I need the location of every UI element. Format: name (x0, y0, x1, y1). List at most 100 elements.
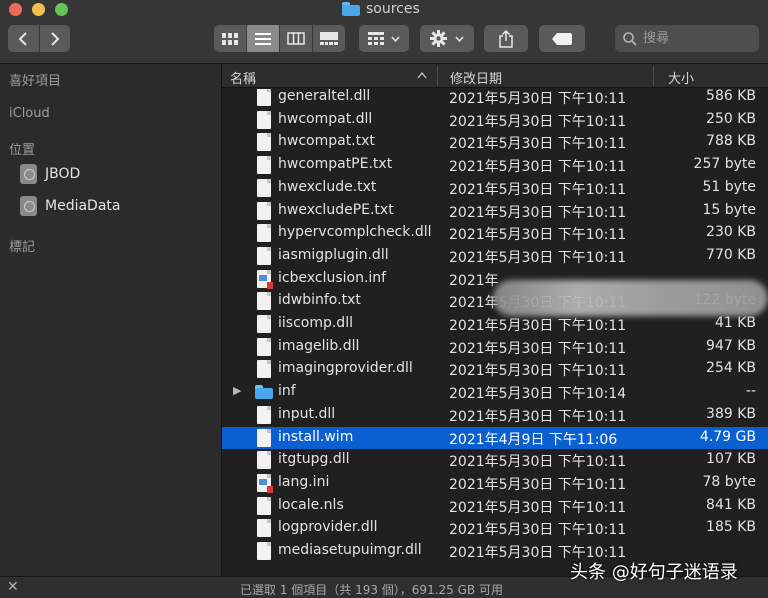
sidebar-icloud-header: iCloud (9, 106, 50, 121)
file-name: icbexclusion.inf (278, 269, 387, 286)
minimize-window-button[interactable] (32, 3, 45, 16)
file-row[interactable]: hwcompat.dll 2021年5月30日 下午10:11 250 KB (222, 109, 768, 132)
file-size: 788 KB (706, 133, 756, 150)
file-date: 2021年5月30日 下午10:11 (449, 363, 627, 380)
file-date: 2021年5月30日 下午10:11 (449, 204, 627, 221)
back-button[interactable] (8, 25, 40, 52)
file-name: logprovider.dll (278, 519, 378, 536)
file-row[interactable]: logprovider.dll 2021年5月30日 下午10:11 185 KB (222, 517, 768, 540)
file-date: 2021年5月30日 下午10:11 (449, 499, 627, 516)
file-date: 2021年4月9日 下午11:06 (449, 431, 618, 448)
file-size: 41 KB (714, 315, 756, 331)
list-icon (255, 32, 271, 45)
share-button[interactable] (484, 25, 528, 52)
file-date: 2021年5月30日 下午10:11 (449, 181, 627, 198)
redaction-blur (493, 280, 768, 316)
columns-icon (287, 32, 305, 45)
search-input[interactable] (643, 31, 743, 46)
file-date: 2021年5月30日 下午10:11 (449, 159, 627, 176)
action-menu-button[interactable] (420, 25, 474, 52)
column-name-header[interactable]: 名稱 (230, 68, 256, 87)
file-name: hwexcludePE.txt (278, 201, 394, 218)
file-date: 2021年5月30日 下午10:11 (449, 340, 627, 357)
file-date: 2021年5月30日 下午10:11 (449, 318, 627, 334)
file-date: 2021年5月30日 下午10:11 (449, 476, 627, 493)
sidebar-item-mediadata[interactable]: MediaData (20, 196, 120, 216)
forward-button[interactable] (40, 25, 71, 52)
file-row[interactable]: hwcompatPE.txt 2021年5月30日 下午10:11 257 byte (222, 154, 768, 177)
window-title-label: sources (366, 1, 420, 17)
list-view-button[interactable] (247, 25, 280, 52)
gallery-view-button[interactable] (313, 25, 345, 52)
column-divider[interactable] (437, 66, 438, 86)
file-row[interactable]: imagelib.dll 2021年5月30日 下午10:11 947 KB (222, 336, 768, 359)
file-size: 254 KB (706, 360, 756, 377)
file-date: 2021年5月30日 下午10:11 (449, 113, 627, 130)
file-row[interactable]: hwexcludePE.txt 2021年5月30日 下午10:11 15 byte (222, 200, 768, 223)
file-name: mediasetupuimgr.dll (278, 542, 422, 558)
file-row[interactable]: iasmigplugin.dll 2021年5月30日 下午10:11 770 KB (222, 245, 768, 268)
file-size: 51 byte (702, 178, 756, 195)
file-name: imagelib.dll (278, 337, 360, 354)
file-row[interactable]: hypervcomplcheck.dll 2021年5月30日 下午10:11 23… (222, 222, 768, 245)
document-icon (257, 315, 271, 333)
document-icon (257, 519, 271, 538)
search-field[interactable] (615, 25, 759, 52)
chevron-down-icon (391, 36, 400, 42)
icon-view-button[interactable] (214, 25, 247, 52)
document-icon (257, 292, 271, 311)
file-row[interactable]: install.wim 2021年4月9日 下午11:06 4.79 GB (222, 426, 768, 450)
file-row[interactable]: itgtupg.dll 2021年5月30日 下午10:11 107 KB (222, 449, 768, 472)
gear-icon (430, 30, 447, 47)
zoom-window-button[interactable] (55, 3, 68, 16)
file-name: install.wim (278, 428, 354, 445)
chevron-right-icon (51, 31, 60, 46)
file-size: 185 KB (706, 519, 756, 536)
disk-icon (20, 164, 37, 184)
file-row[interactable]: iiscomp.dll 2021年5月30日 下午10:11 41 KB (222, 313, 768, 336)
file-list: 名稱 修改日期 大小 generaltel.dll 2021年5月30日 下午10… (222, 64, 768, 576)
document-icon (257, 224, 271, 243)
document-icon (257, 89, 271, 106)
file-row[interactable]: input.dll 2021年5月30日 下午10:11 389 KB (222, 404, 768, 427)
file-row[interactable]: hwcompat.txt 2021年5月30日 下午10:11 788 KB (222, 131, 768, 154)
file-row[interactable]: generaltel.dll 2021年5月30日 下午10:11 586 KB (222, 89, 768, 109)
tag-button[interactable] (539, 25, 585, 52)
file-date: 2021年5月30日 下午10:11 (449, 136, 627, 153)
sort-ascending-icon (417, 72, 427, 79)
file-row[interactable]: lang.ini 2021年5月30日 下午10:11 78 byte (222, 472, 768, 495)
file-size: 4.79 GB (699, 428, 756, 445)
file-rows: generaltel.dll 2021年5月30日 下午10:11 586 KB hw… (222, 89, 768, 576)
file-row[interactable]: locale.nls 2021年5月30日 下午10:11 841 KB (222, 495, 768, 518)
document-icon (257, 428, 271, 447)
file-name: imagingprovider.dll (278, 360, 413, 377)
file-date: 2021年5月30日 下午10:14 (449, 386, 627, 403)
group-menu-button[interactable] (359, 25, 409, 52)
file-row[interactable]: imagingprovider.dll 2021年5月30日 下午10:11 254… (222, 358, 768, 381)
file-row[interactable]: hwexclude.txt 2021年5月30日 下午10:11 51 byte (222, 177, 768, 200)
file-name: inf (278, 383, 296, 400)
document-icon (257, 201, 271, 220)
close-window-button[interactable] (9, 3, 22, 16)
column-date-header[interactable]: 修改日期 (450, 68, 502, 87)
config-file-icon (257, 269, 273, 289)
close-path-bar-icon[interactable]: ✕ (7, 579, 19, 595)
file-date: 2021年5月30日 下午10:11 (449, 408, 627, 425)
config-file-icon (257, 473, 273, 493)
column-size-header[interactable]: 大小 (668, 68, 694, 87)
disk-icon (20, 196, 37, 216)
group-icon (368, 32, 384, 45)
file-size: 15 byte (702, 201, 756, 218)
sidebar-favorites-header: 喜好項目 (9, 74, 62, 89)
file-size: 586 KB (706, 89, 756, 104)
disclosure-triangle-icon[interactable]: ▶ (233, 384, 241, 397)
column-divider[interactable] (653, 66, 654, 86)
sidebar-item-jbod[interactable]: JBOD (20, 164, 80, 184)
folder-row[interactable]: ▶ inf 2021年5月30日 下午10:14 -- (222, 381, 768, 404)
document-icon (257, 246, 271, 265)
column-view-button[interactable] (280, 25, 313, 52)
file-name: hypervcomplcheck.dll (278, 224, 432, 241)
document-icon (257, 451, 271, 470)
window-toolbar: sources (0, 0, 768, 64)
file-date: 2021年5月30日 下午10:11 (449, 522, 627, 539)
